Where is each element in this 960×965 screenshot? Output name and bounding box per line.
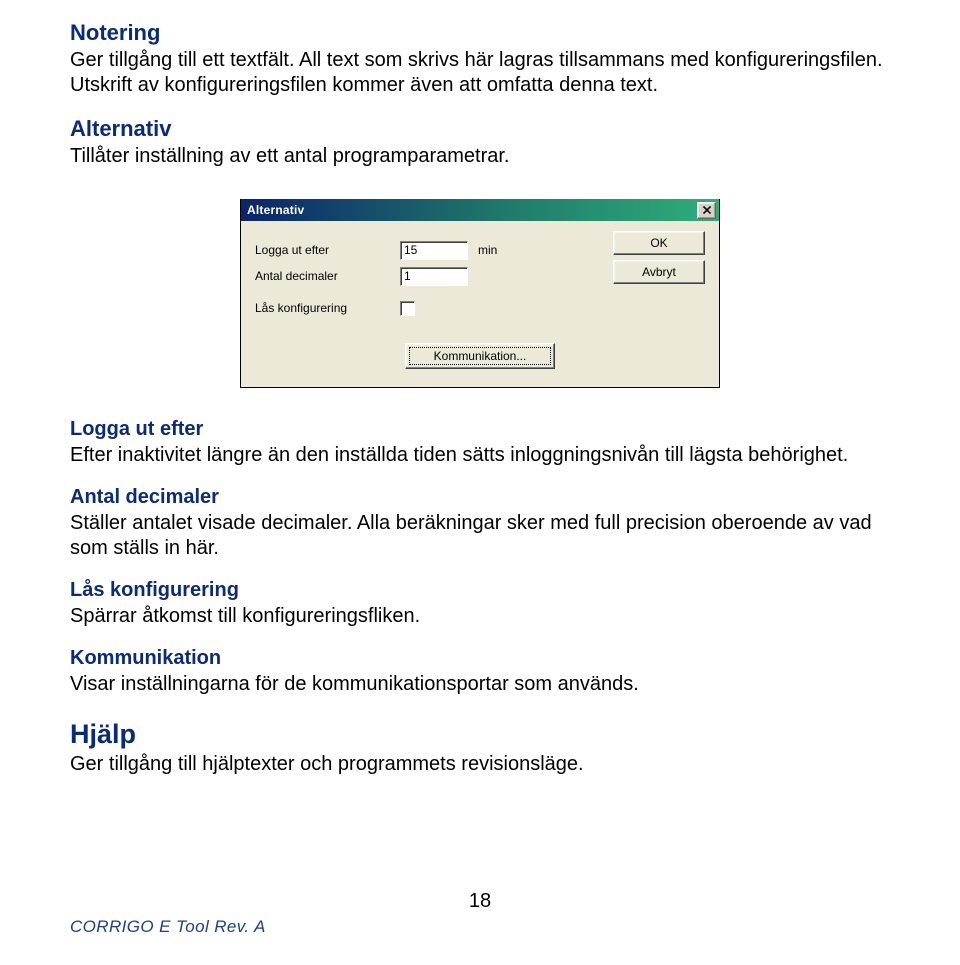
- heading-hjalp: Hjälp: [70, 719, 890, 750]
- label-las-konfigurering: Lås konfigurering: [255, 301, 400, 315]
- body-las-konfigurering: Spärrar åtkomst till konfigureringsflike…: [70, 604, 890, 629]
- body-antal-decimaler: Ställer antalet visade decimaler. Alla b…: [70, 511, 890, 561]
- heading-antal-decimaler: Antal decimaler: [70, 486, 890, 509]
- body-notering: Ger tillgång till ett textfält. All text…: [70, 48, 890, 98]
- page-number: 18: [70, 890, 890, 913]
- label-logga-ut: Logga ut efter: [255, 243, 400, 257]
- ok-button[interactable]: OK: [613, 231, 705, 255]
- input-logga-ut[interactable]: [400, 241, 468, 260]
- dialog-title: Alternativ: [247, 203, 304, 217]
- input-antal-decimaler[interactable]: [400, 267, 468, 286]
- footer-doc-info: CORRIGO E Tool Rev. A: [70, 917, 890, 937]
- body-alternativ: Tillåter inställning av ett antal progra…: [70, 144, 890, 169]
- close-icon: [703, 206, 711, 214]
- heading-notering: Notering: [70, 20, 890, 46]
- heading-kommunikation: Kommunikation: [70, 647, 890, 670]
- unit-min: min: [478, 243, 497, 257]
- dialog-titlebar: Alternativ: [241, 199, 719, 221]
- heading-alternativ: Alternativ: [70, 116, 890, 142]
- kommunikation-button[interactable]: Kommunikation...: [405, 343, 555, 369]
- avbryt-button[interactable]: Avbryt: [613, 260, 705, 284]
- body-hjalp: Ger tillgång till hjälptexter och progra…: [70, 752, 890, 777]
- body-kommunikation: Visar inställningarna för de kommunikati…: [70, 672, 890, 697]
- heading-las-konfigurering: Lås konfigurering: [70, 579, 890, 602]
- close-button[interactable]: [697, 202, 716, 219]
- label-antal-decimaler: Antal decimaler: [255, 269, 400, 283]
- alternativ-dialog-screenshot: Alternativ OK Avbryt Logga ut efter min: [240, 199, 720, 388]
- kommunikation-button-label: Kommunikation...: [409, 347, 551, 365]
- checkbox-las-konfigurering[interactable]: [400, 301, 415, 316]
- body-logga-ut-efter: Efter inaktivitet längre än den inställd…: [70, 443, 890, 468]
- heading-logga-ut-efter: Logga ut efter: [70, 418, 890, 441]
